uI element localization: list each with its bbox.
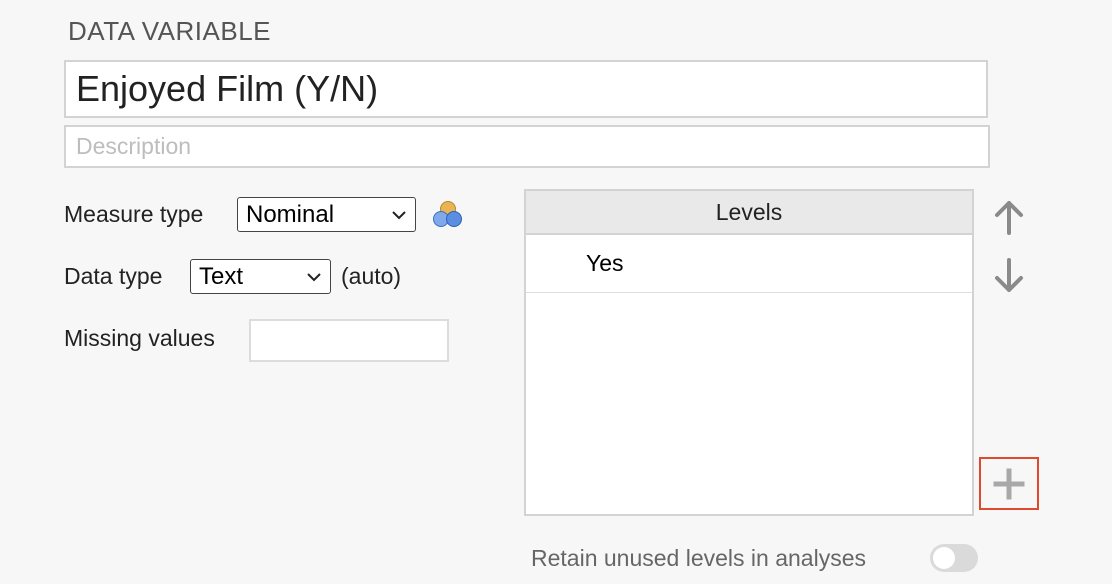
- retain-unused-toggle[interactable]: [930, 544, 978, 572]
- add-level-button[interactable]: [979, 457, 1039, 510]
- data-type-auto-note: (auto): [341, 263, 402, 289]
- data-type-label: Data type: [64, 263, 163, 289]
- level-item[interactable]: Yes: [526, 235, 972, 293]
- chevron-down-icon: [392, 210, 406, 219]
- measure-type-value: Nominal: [246, 200, 335, 228]
- data-type-value: Text: [199, 262, 244, 290]
- measure-type-label: Measure type: [64, 201, 204, 227]
- plus-icon: [993, 468, 1025, 499]
- variable-description-input[interactable]: [64, 125, 990, 168]
- variable-name-input[interactable]: [64, 60, 988, 118]
- missing-values-label: Missing values: [64, 325, 215, 351]
- nominal-measure-icon: [433, 201, 462, 227]
- section-title: DATA VARIABLE: [68, 16, 272, 46]
- missing-values-input[interactable]: [249, 319, 449, 362]
- arrow-down-icon[interactable]: [992, 256, 1026, 296]
- retain-unused-label: Retain unused levels in analyses: [531, 545, 866, 571]
- level-item-label: Yes: [586, 250, 624, 276]
- levels-header: Levels: [526, 191, 972, 235]
- toggle-knob: [933, 547, 955, 569]
- chevron-down-icon: [307, 272, 321, 281]
- data-type-select[interactable]: Text: [190, 259, 331, 294]
- arrow-up-icon[interactable]: [992, 197, 1026, 237]
- levels-panel: Levels Yes: [524, 189, 974, 516]
- measure-type-select[interactable]: Nominal: [237, 197, 416, 232]
